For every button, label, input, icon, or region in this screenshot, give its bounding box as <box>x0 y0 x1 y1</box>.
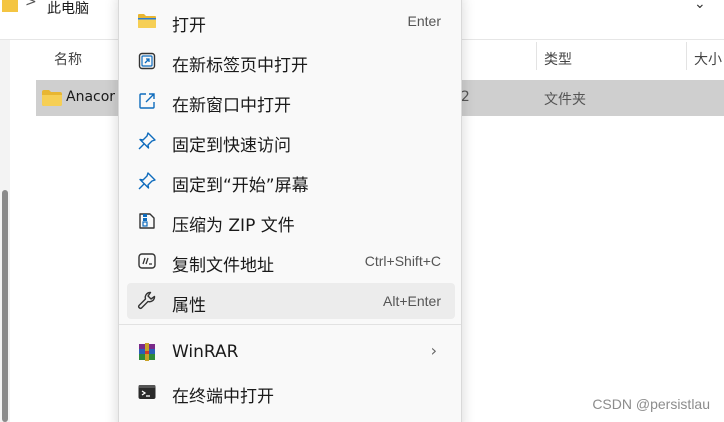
menu-item-properties[interactable]: 属性 Alt+Enter <box>127 283 455 319</box>
menu-item-label: 打开 <box>172 16 206 36</box>
breadcrumb-separator: > <box>25 0 37 10</box>
menu-item-label: 固定到快速访问 <box>172 136 291 156</box>
breadcrumb-this-pc[interactable]: 此电脑 <box>47 0 89 18</box>
menu-item-shortcut: Ctrl+Shift+C <box>364 253 441 269</box>
column-divider[interactable] <box>536 42 537 70</box>
zip-icon <box>139 213 155 229</box>
menu-item-label: 固定到“开始”屏幕 <box>172 176 309 196</box>
column-divider[interactable] <box>686 42 687 70</box>
menu-item-shortcut: Enter <box>407 13 441 29</box>
chevron-right-icon: › <box>430 341 437 360</box>
menu-item-label: 在新窗口中打开 <box>172 96 291 116</box>
navigation-pane-scrollbar[interactable] <box>0 40 10 422</box>
menu-item-winrar[interactable]: WinRAR › <box>127 334 455 370</box>
new-window-icon <box>139 93 155 109</box>
menu-item-copy-path[interactable]: 复制文件地址 Ctrl+Shift+C <box>127 243 455 279</box>
new-tab-icon <box>138 52 156 70</box>
menu-item-label: 复制文件地址 <box>172 256 274 276</box>
menu-item-label: 在终端中打开 <box>172 387 274 407</box>
context-menu: 打开 Enter 在新标签页中打开 在新窗口中打开 固定到快速访问 固定到“开始… <box>118 0 462 422</box>
folder-icon <box>138 14 156 28</box>
menu-separator <box>119 324 461 325</box>
menu-item-label: 压缩为 ZIP 文件 <box>172 216 295 236</box>
folder-icon <box>42 90 62 106</box>
menu-item-shortcut: Alt+Enter <box>383 293 441 309</box>
menu-item-open-new-window[interactable]: 在新窗口中打开 <box>127 83 455 119</box>
pin-icon <box>138 132 156 150</box>
menu-item-open[interactable]: 打开 Enter <box>127 3 455 39</box>
menu-item-compress-zip[interactable]: 压缩为 ZIP 文件 <box>127 203 455 239</box>
winrar-icon <box>139 343 155 361</box>
menu-item-open-new-tab[interactable]: 在新标签页中打开 <box>127 43 455 79</box>
pin-icon <box>138 172 156 190</box>
menu-item-pin-start[interactable]: 固定到“开始”屏幕 <box>127 163 455 199</box>
column-header-type[interactable]: 类型 <box>544 49 572 69</box>
chevron-down-icon[interactable]: ⌄ <box>694 0 706 12</box>
scrollbar-thumb[interactable] <box>2 190 8 422</box>
copy-path-icon <box>138 253 156 269</box>
column-header-size[interactable]: 大小 <box>694 49 722 69</box>
wrench-icon <box>138 291 156 309</box>
folder-icon <box>2 0 18 12</box>
menu-item-label: 属性 <box>172 296 206 316</box>
column-header-name[interactable]: 名称 <box>54 49 82 69</box>
file-name: Anacor <box>66 89 116 105</box>
menu-item-open-terminal[interactable]: 在终端中打开 <box>127 374 455 410</box>
menu-item-pin-quick-access[interactable]: 固定到快速访问 <box>127 123 455 159</box>
terminal-icon <box>138 385 156 399</box>
menu-item-label: WinRAR <box>172 342 239 362</box>
file-type: 文件夹 <box>544 92 586 108</box>
menu-item-label: 在新标签页中打开 <box>172 56 308 76</box>
watermark: CSDN @persistlau <box>592 396 710 412</box>
